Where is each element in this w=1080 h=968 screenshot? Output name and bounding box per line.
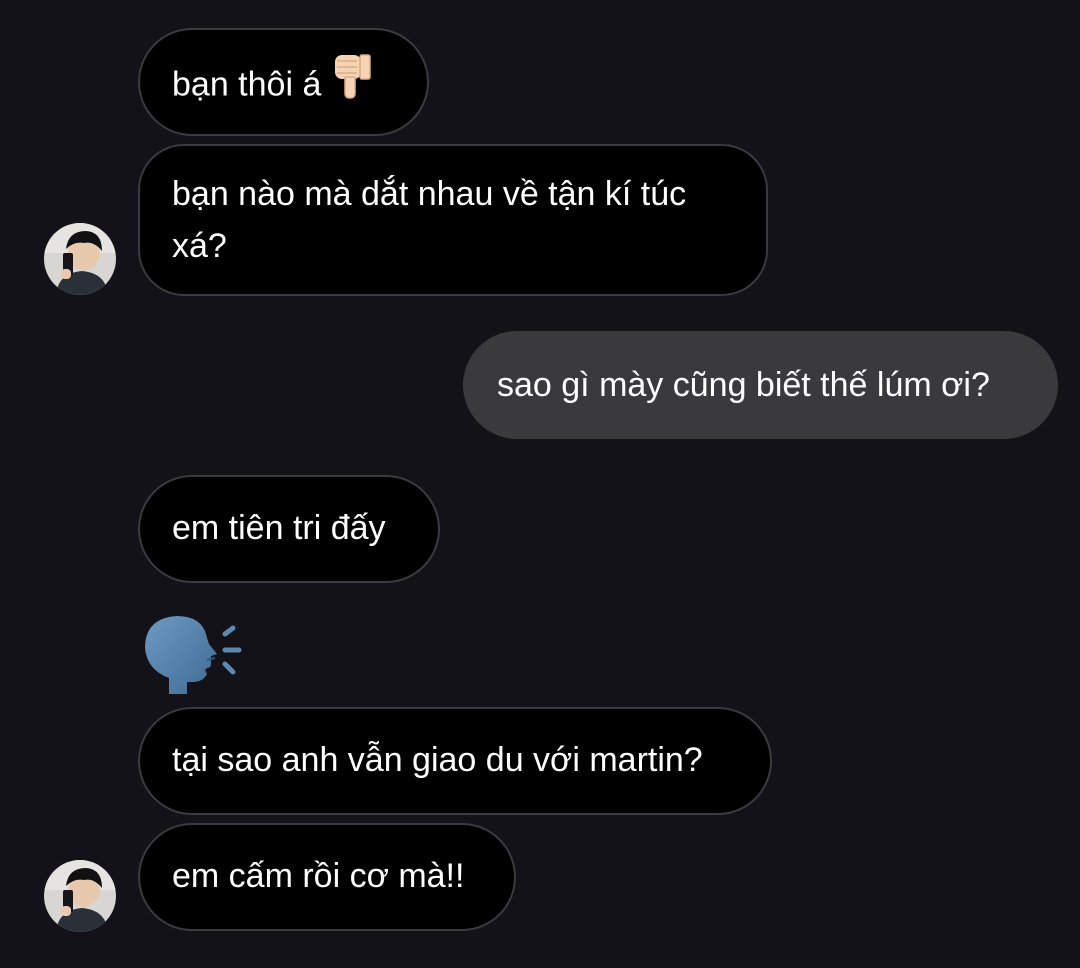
message-text: tại sao anh vẫn giao du với martin? [172, 741, 703, 779]
message-bubble-incoming[interactable]: em cấm rồi cơ mà!! [138, 823, 516, 931]
message-text: sao gì mày cũng biết thế lúm ơi? [497, 366, 990, 404]
thumbs-down-icon [331, 51, 375, 114]
message-bubble-incoming[interactable]: bạn thôi á [138, 28, 429, 136]
contact-avatar[interactable] [44, 223, 116, 295]
contact-avatar[interactable] [44, 860, 116, 932]
message-bubble-incoming[interactable]: tại sao anh vẫn giao du với martin? [138, 707, 772, 815]
message-text: em cấm rồi cơ mà!! [172, 857, 465, 895]
speaking-head-icon[interactable] [141, 612, 245, 701]
message-bubble-incoming[interactable]: em tiên tri đấy [138, 475, 440, 583]
message-bubble-outgoing[interactable]: sao gì mày cũng biết thế lúm ơi? [463, 331, 1058, 439]
message-text: em tiên tri đấy [172, 509, 386, 547]
message-text: bạn nào mà dắt nhau về tận kí túc xá? [172, 175, 687, 265]
message-bubble-incoming[interactable]: bạn nào mà dắt nhau về tận kí túc xá? [138, 144, 768, 296]
message-text: bạn thôi á [172, 65, 322, 104]
